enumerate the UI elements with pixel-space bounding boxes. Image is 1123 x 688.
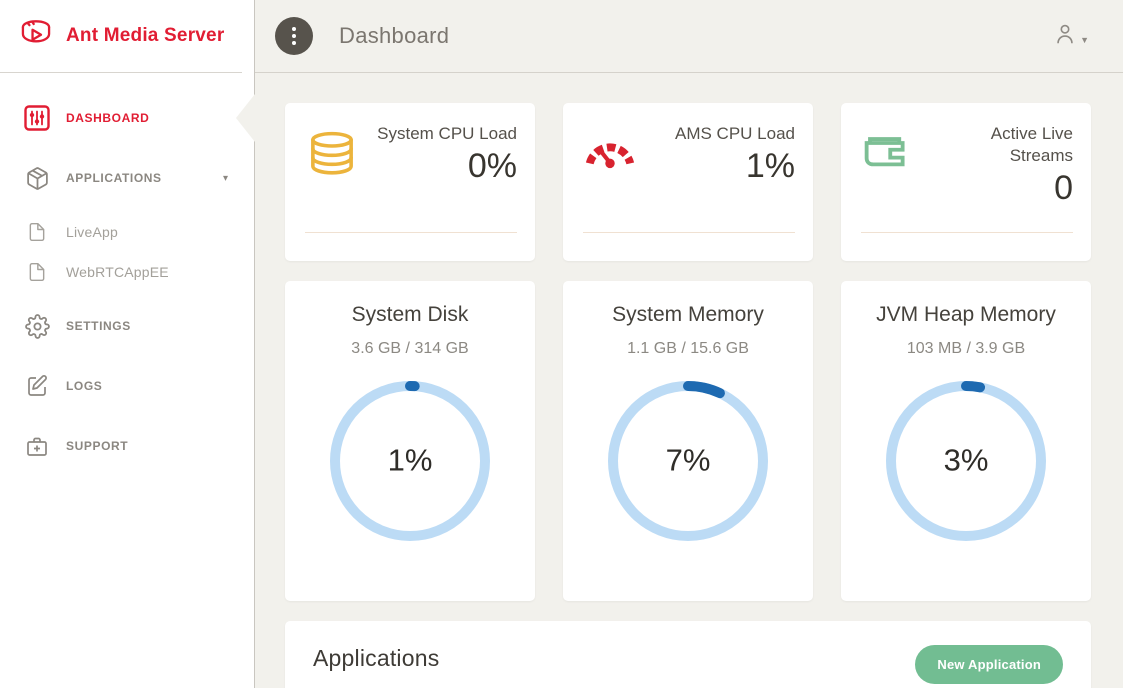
gear-icon [24,314,50,339]
gauge-subtitle: 103 MB / 3.9 GB [841,340,1091,358]
sidebar-item-label: SUPPORT [66,439,128,453]
gauge-subtitle: 3.6 GB / 314 GB [285,340,535,358]
gauge-percent: 7% [603,442,773,478]
sidebar-nav: DASHBOARD APPLICATIONS ▾ LiveApp [0,73,254,466]
applications-title: Applications [313,645,439,672]
database-icon [305,129,361,186]
file-icon [24,222,50,242]
sidebar-item-support[interactable]: SUPPORT [0,426,254,466]
gauge-title: System Disk [285,303,535,327]
top-header: Dashboard ▼ [255,0,1123,73]
stat-value: 0% [377,147,517,186]
sidebar-item-webrtcappee[interactable]: WebRTCAppEE [0,252,254,292]
sidebar: Ant Media Server DASHBOARD [0,0,255,688]
active-item-notch [236,94,255,142]
sidebar-item-label: SETTINGS [66,319,131,333]
gauge-title: System Memory [563,303,813,327]
stat-label: Active Live Streams [923,123,1073,167]
divider [583,232,795,233]
stat-label: AMS CPU Load [675,123,795,145]
first-aid-icon [24,434,50,458]
gauge-title: JVM Heap Memory [841,303,1091,327]
gauge-percent: 1% [325,442,495,478]
stat-value: 0 [923,169,1073,208]
stat-card-active-streams: Active Live Streams 0 [841,103,1091,261]
gauge-percent: 3% [881,442,1051,478]
donut-gauge: 3% [881,376,1051,546]
donut-gauge: 7% [603,376,773,546]
stat-card-system-cpu: System CPU Load 0% [285,103,535,261]
sidebar-item-label: DASHBOARD [66,111,149,125]
stat-cards-row: System CPU Load 0% AMS CPU Load 1% [285,103,1091,261]
stat-card-ams-cpu: AMS CPU Load 1% [563,103,813,261]
kebab-menu-button[interactable] [275,17,313,55]
sliders-icon [24,105,50,131]
divider [861,232,1073,233]
sidebar-item-applications[interactable]: APPLICATIONS ▾ [0,158,254,198]
edit-icon [24,374,50,398]
gauge-card-jvm-heap: JVM Heap Memory 103 MB / 3.9 GB 3% [841,281,1091,601]
stat-value: 1% [675,147,795,186]
sidebar-item-dashboard[interactable]: DASHBOARD [0,98,254,138]
gauge-card-system-memory: System Memory 1.1 GB / 15.6 GB 7% [563,281,813,601]
speedometer-icon [583,129,639,186]
donut-gauge: 1% [325,376,495,546]
wallet-icon [861,129,917,208]
ant-media-logo-icon [16,17,56,56]
chevron-down-icon[interactable]: ▾ [223,173,228,184]
page-title: Dashboard [339,23,449,49]
divider [305,232,517,233]
file-icon [24,262,50,282]
sidebar-item-logs[interactable]: LOGS [0,366,254,406]
sidebar-item-label: LOGS [66,379,102,393]
package-icon [24,166,50,191]
sidebar-item-label: APPLICATIONS [66,171,162,185]
user-menu-button[interactable]: ▼ [1052,21,1089,52]
sidebar-item-settings[interactable]: SETTINGS [0,306,254,346]
gauge-subtitle: 1.1 GB / 15.6 GB [563,340,813,358]
gauge-cards-row: System Disk 3.6 GB / 314 GB 1% System Me… [285,281,1091,601]
sidebar-item-label: LiveApp [66,224,118,240]
stat-label: System CPU Load [377,123,517,145]
sidebar-item-liveapp[interactable]: LiveApp [0,212,254,252]
gauge-card-system-disk: System Disk 3.6 GB / 314 GB 1% [285,281,535,601]
brand[interactable]: Ant Media Server [0,0,242,73]
brand-name: Ant Media Server [66,25,224,47]
new-application-button[interactable]: New Application [915,645,1063,684]
chevron-down-icon: ▼ [1080,35,1089,45]
sidebar-item-label: WebRTCAppEE [66,264,169,280]
applications-panel: Applications New Application [285,621,1091,688]
user-icon [1052,21,1078,52]
main-content: System CPU Load 0% AMS CPU Load 1% [255,74,1123,688]
